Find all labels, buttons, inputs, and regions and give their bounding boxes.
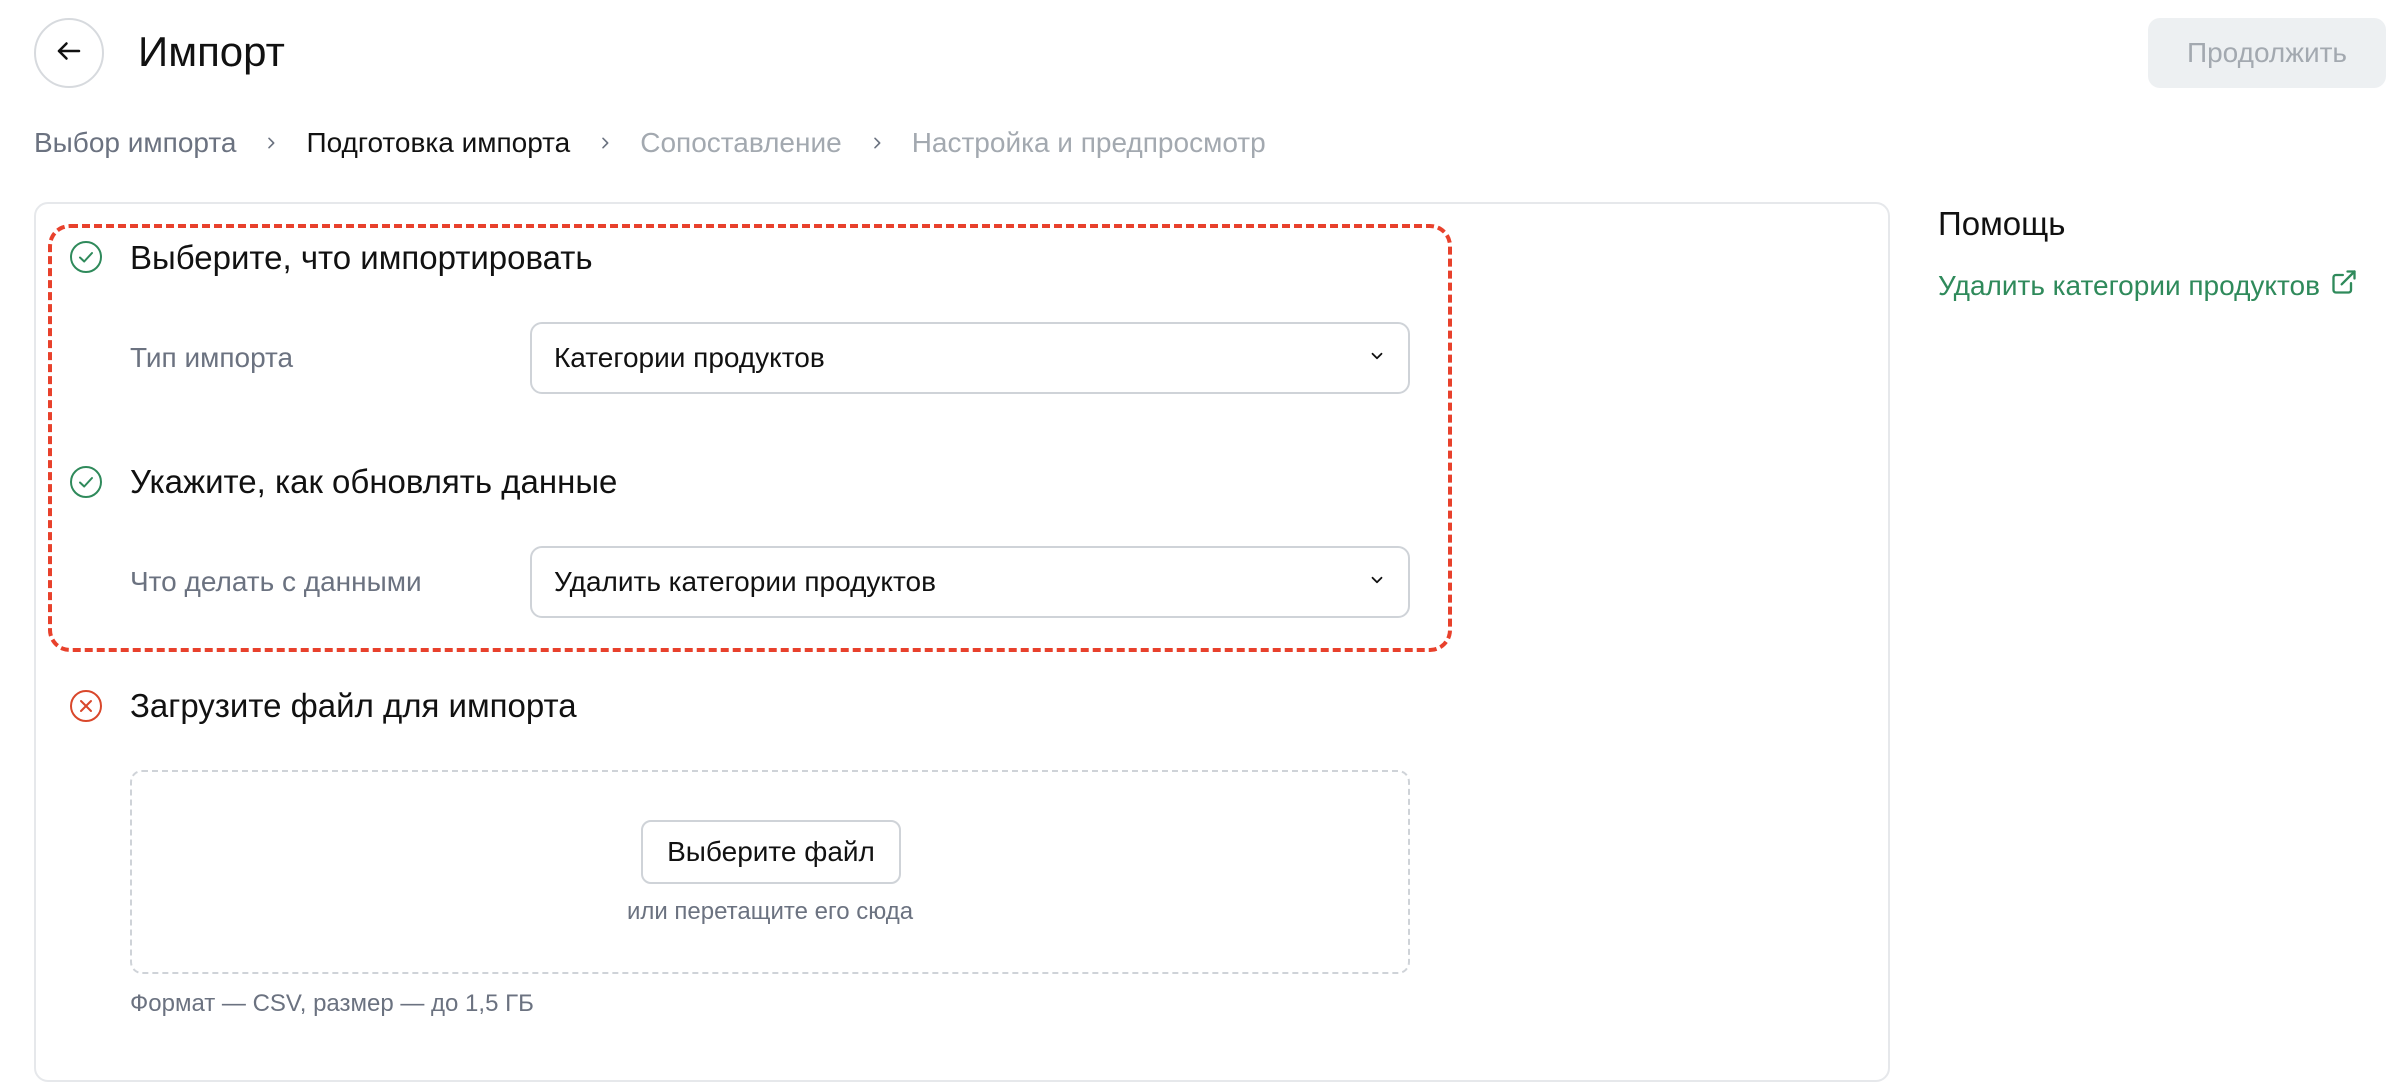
chevron-right-icon	[570, 135, 640, 151]
arrow-left-icon	[54, 36, 84, 71]
external-link-icon	[2330, 268, 2358, 303]
data-action-select[interactable]: Удалить категории продуктов	[530, 546, 1410, 618]
help-link-label: Удалить категории продуктов	[1938, 269, 2320, 301]
help-title: Помощь	[1938, 205, 2066, 242]
breadcrumb: Выбор импорта Подготовка импорта Сопоста…	[34, 122, 1266, 164]
import-type-label: Тип импорта	[130, 342, 294, 373]
chevron-right-icon	[236, 135, 306, 151]
step-title-upload: Загрузите файл для импорта	[130, 687, 577, 724]
back-button[interactable]	[34, 18, 104, 88]
data-action-label: Что делать с данными	[130, 566, 422, 597]
drop-hint: или перетащите его сюда	[626, 898, 914, 925]
step-title-choose: Выберите, что импортировать	[130, 239, 593, 276]
chevron-right-icon	[842, 135, 912, 151]
import-type-value: Категории продуктов	[554, 342, 825, 373]
chevron-down-icon	[1368, 347, 1386, 370]
data-action-value: Удалить категории продуктов	[554, 566, 936, 597]
check-circle-icon	[69, 240, 103, 274]
breadcrumb-item-mapping: Сопоставление	[640, 127, 842, 158]
breadcrumb-item-settings-preview: Настройка и предпросмотр	[911, 127, 1266, 158]
breadcrumb-item-prepare-import: Подготовка импорта	[306, 127, 571, 158]
x-circle-icon	[69, 689, 103, 723]
help-link-delete-categories[interactable]: Удалить категории продуктов	[1938, 268, 2358, 303]
continue-button[interactable]: Продолжить	[2148, 18, 2386, 88]
check-circle-icon	[69, 465, 103, 499]
import-type-select[interactable]: Категории продуктов	[530, 322, 1410, 394]
step-title-update: Укажите, как обновлять данные	[130, 463, 618, 500]
breadcrumb-item-choose-import[interactable]: Выбор импорта	[34, 127, 236, 159]
format-note: Формат — CSV, размер — до 1,5 ГБ	[130, 990, 534, 1017]
choose-file-button[interactable]: Выберите файл	[641, 820, 901, 884]
chevron-down-icon	[1368, 571, 1386, 594]
page-title: Импорт	[138, 28, 285, 75]
